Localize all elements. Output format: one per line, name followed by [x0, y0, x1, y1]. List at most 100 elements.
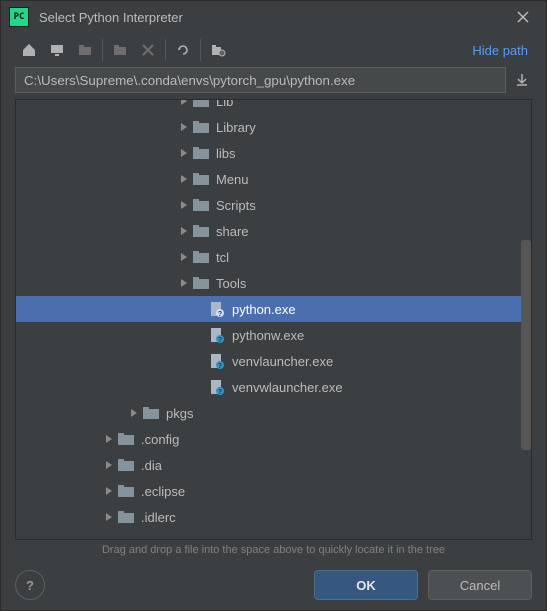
- tree-item-label: python.exe: [232, 302, 296, 317]
- svg-text:?: ?: [218, 337, 222, 343]
- tree-item-label: share: [216, 224, 249, 239]
- refresh-icon: [175, 42, 191, 58]
- drag-drop-hint: Drag and drop a file into the space abov…: [1, 540, 546, 560]
- svg-text:?: ?: [218, 311, 222, 317]
- tree-item-label: .eclipse: [141, 484, 185, 499]
- folder-icon: [192, 224, 210, 238]
- delete-icon: [142, 44, 154, 56]
- expand-arrow-icon[interactable]: [126, 408, 142, 418]
- file-tree[interactable]: Lib Library libs Menu Scripts share tcl Tools? p…: [15, 99, 532, 540]
- close-button[interactable]: [508, 2, 538, 32]
- home-button[interactable]: [15, 36, 43, 64]
- history-button[interactable]: [512, 70, 532, 90]
- tree-item-label: pkgs: [166, 406, 193, 421]
- tree-file[interactable]: ? pythonw.exe: [16, 322, 531, 348]
- expand-arrow-icon[interactable]: [176, 278, 192, 288]
- help-button[interactable]: ?: [15, 570, 45, 600]
- tree-folder[interactable]: Menu: [16, 166, 531, 192]
- separator: [102, 39, 103, 61]
- tree-item-label: Scripts: [216, 198, 256, 213]
- toggle-hidden-icon: [210, 42, 226, 58]
- dialog-title: Select Python Interpreter: [39, 10, 508, 25]
- file-icon: ?: [208, 353, 226, 369]
- folder-icon: [192, 250, 210, 264]
- expand-arrow-icon[interactable]: [101, 486, 117, 496]
- expand-arrow-icon[interactable]: [176, 148, 192, 158]
- tree-folder[interactable]: Lib: [16, 100, 531, 114]
- dialog-buttons: ? OK Cancel: [1, 560, 546, 610]
- tree-item-label: venvwlauncher.exe: [232, 380, 343, 395]
- tree-folder[interactable]: share: [16, 218, 531, 244]
- tree-item-label: Library: [216, 120, 256, 135]
- tree-folder[interactable]: libs: [16, 140, 531, 166]
- download-icon: [515, 73, 529, 87]
- new-folder-button[interactable]: [71, 36, 99, 64]
- folder-icon: [117, 484, 135, 498]
- desktop-button[interactable]: [43, 36, 71, 64]
- tree-folder[interactable]: Scripts: [16, 192, 531, 218]
- separator: [165, 39, 166, 61]
- new-folder-disabled-icon: [112, 42, 128, 58]
- folder-icon: [117, 510, 135, 524]
- titlebar: PC Select Python Interpreter: [1, 1, 546, 33]
- file-icon: ?: [208, 301, 226, 317]
- cancel-button[interactable]: Cancel: [428, 570, 532, 600]
- tree-item-label: .idlerc: [141, 510, 176, 525]
- home-icon: [21, 42, 37, 58]
- tree-folder[interactable]: pkgs: [16, 400, 531, 426]
- tree-item-label: .dia: [141, 458, 162, 473]
- toolbar: Hide path: [1, 33, 546, 67]
- expand-arrow-icon[interactable]: [101, 460, 117, 470]
- tree-file[interactable]: ? venvlauncher.exe: [16, 348, 531, 374]
- path-input[interactable]: [15, 67, 506, 93]
- tree-file[interactable]: ? python.exe: [16, 296, 531, 322]
- delete-button[interactable]: [134, 36, 162, 64]
- tree-folder[interactable]: Library: [16, 114, 531, 140]
- tree-file[interactable]: ? venvwlauncher.exe: [16, 374, 531, 400]
- toggle-hidden-button[interactable]: [204, 36, 232, 64]
- folder-icon: [192, 146, 210, 160]
- path-row: [1, 67, 546, 99]
- folder-icon: [142, 406, 160, 420]
- separator: [200, 39, 201, 61]
- tree-item-label: Lib: [216, 100, 233, 109]
- folder-icon: [192, 276, 210, 290]
- tree-item-label: Menu: [216, 172, 249, 187]
- expand-arrow-icon[interactable]: [176, 252, 192, 262]
- new-folder-icon: [77, 42, 93, 58]
- file-icon: ?: [208, 327, 226, 343]
- folder-icon: [117, 458, 135, 472]
- expand-arrow-icon[interactable]: [176, 174, 192, 184]
- tree-folder[interactable]: tcl: [16, 244, 531, 270]
- new-folder-disabled-button: [106, 36, 134, 64]
- expand-arrow-icon[interactable]: [176, 100, 192, 106]
- ok-button[interactable]: OK: [314, 570, 418, 600]
- tree-folder[interactable]: .dia: [16, 452, 531, 478]
- expand-arrow-icon[interactable]: [101, 512, 117, 522]
- refresh-button[interactable]: [169, 36, 197, 64]
- tree-item-label: venvlauncher.exe: [232, 354, 333, 369]
- tree-folder[interactable]: .eclipse: [16, 478, 531, 504]
- folder-icon: [192, 172, 210, 186]
- tree-item-label: .config: [141, 432, 179, 447]
- tree-folder[interactable]: .config: [16, 426, 531, 452]
- folder-icon: [117, 432, 135, 446]
- close-icon: [517, 11, 529, 23]
- scrollbar-thumb[interactable]: [521, 240, 531, 450]
- folder-icon: [192, 198, 210, 212]
- tree-folder[interactable]: Tools: [16, 270, 531, 296]
- svg-text:?: ?: [218, 363, 222, 369]
- tree-folder[interactable]: .idlerc: [16, 504, 531, 530]
- expand-arrow-icon[interactable]: [176, 122, 192, 132]
- expand-arrow-icon[interactable]: [176, 226, 192, 236]
- svg-text:?: ?: [218, 389, 222, 395]
- hide-path-link[interactable]: Hide path: [472, 43, 532, 58]
- pycharm-logo-icon: PC: [9, 7, 29, 27]
- expand-arrow-icon[interactable]: [101, 434, 117, 444]
- tree-item-label: libs: [216, 146, 236, 161]
- expand-arrow-icon[interactable]: [176, 200, 192, 210]
- file-icon: ?: [208, 379, 226, 395]
- desktop-icon: [49, 42, 65, 58]
- tree-item-label: pythonw.exe: [232, 328, 304, 343]
- tree-item-label: Tools: [216, 276, 246, 291]
